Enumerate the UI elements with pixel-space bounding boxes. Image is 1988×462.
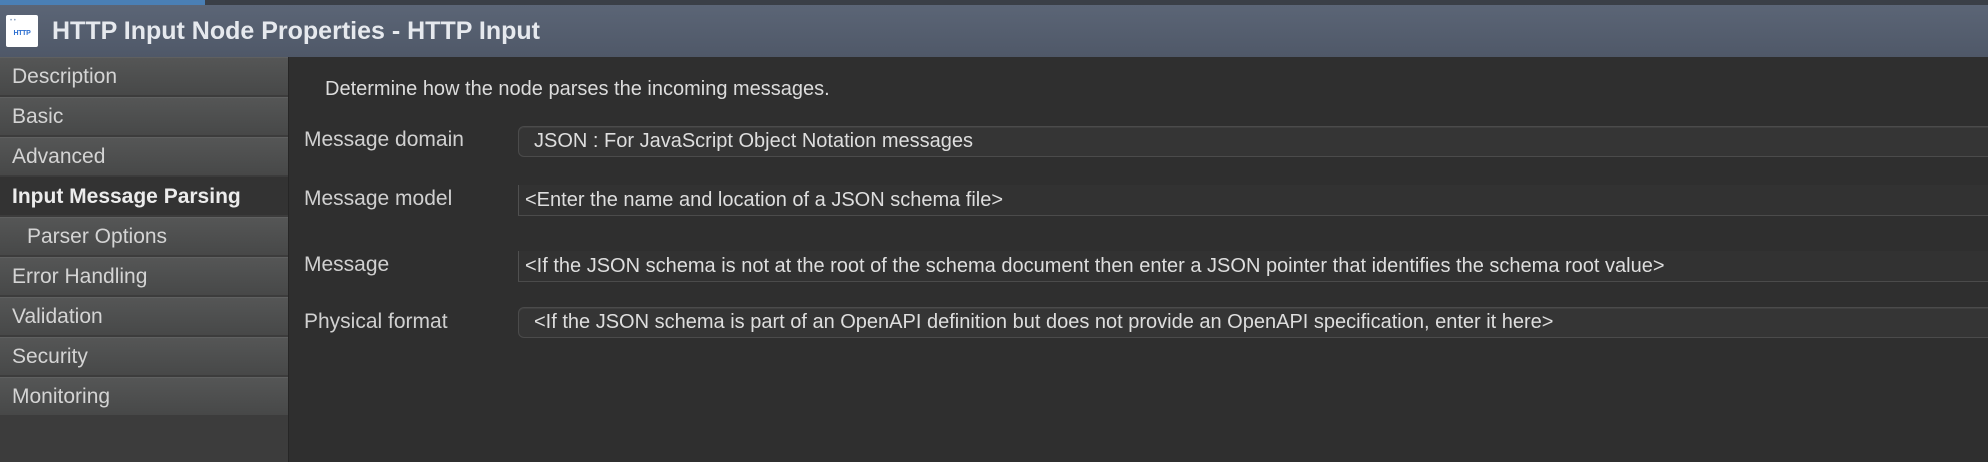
http-icon-label: HTTP [13, 29, 31, 37]
http-node-icon: • • HTTP [6, 15, 38, 47]
physical-format-select[interactable]: <If the JSON schema is part of an OpenAP… [518, 307, 1988, 338]
message-label: Message [304, 253, 390, 276]
physical-format-label: Physical format [304, 310, 448, 333]
sidebar-item-error-handling[interactable]: Error Handling [0, 257, 288, 295]
sidebar-item-description[interactable]: Description [0, 57, 288, 95]
sidebar-item-validation[interactable]: Validation [0, 297, 288, 335]
sidebar-item-advanced[interactable]: Advanced [0, 137, 288, 175]
message-domain-label: Message domain [304, 128, 464, 151]
sidebar-item-input-message-parsing[interactable]: Input Message Parsing [0, 177, 288, 215]
sidebar-item-monitoring[interactable]: Monitoring [0, 377, 288, 415]
dialog-title: HTTP Input Node Properties - HTTP Input [52, 16, 540, 45]
dialog-title-bar: • • HTTP HTTP Input Node Properties - HT… [0, 5, 1988, 57]
message-domain-select[interactable]: JSON : For JavaScript Object Notation me… [518, 126, 1988, 157]
sidebar-item-security[interactable]: Security [0, 337, 288, 375]
message-input[interactable]: <If the JSON schema is not at the root o… [518, 251, 1988, 282]
properties-panel: Determine how the node parses the incomi… [289, 57, 1988, 462]
section-description: Determine how the node parses the incomi… [325, 78, 830, 100]
properties-sidebar: Description Basic Advanced Input Message… [0, 57, 289, 462]
sidebar-item-basic[interactable]: Basic [0, 97, 288, 135]
message-model-label: Message model [304, 187, 453, 210]
sidebar-item-parser-options[interactable]: Parser Options [0, 217, 288, 255]
message-model-input[interactable]: <Enter the name and location of a JSON s… [518, 185, 1988, 216]
